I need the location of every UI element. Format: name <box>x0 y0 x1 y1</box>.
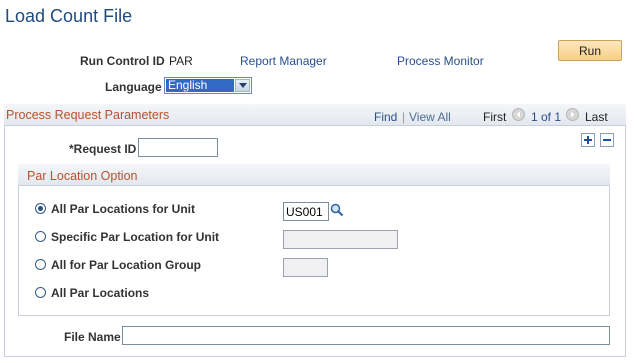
option-label-all-for-unit: All Par Locations for Unit <box>51 202 196 216</box>
last-label: Last <box>585 110 608 124</box>
option-label-specific: Specific Par Location for Unit <box>51 230 220 244</box>
unit-input[interactable] <box>283 202 329 221</box>
request-id-input[interactable] <box>138 138 218 157</box>
next-arrow-icon[interactable] <box>566 108 579 121</box>
view-all-link[interactable]: View All <box>409 110 451 124</box>
first-label: First <box>483 110 507 124</box>
radio-all-par-locations[interactable] <box>35 287 46 298</box>
language-label: Language <box>105 80 162 94</box>
report-manager-link[interactable]: Report Manager <box>240 54 327 68</box>
language-selected-value: English <box>166 79 234 92</box>
par-location-input <box>283 230 398 249</box>
run-control-label: Run Control ID <box>80 54 165 68</box>
file-name-input[interactable] <box>122 326 610 345</box>
run-control-value: PAR <box>169 54 193 68</box>
option-label-group: All for Par Location Group <box>51 258 202 272</box>
par-group-input <box>283 258 328 277</box>
dropdown-arrow-icon[interactable] <box>235 79 250 92</box>
run-button[interactable]: Run <box>558 40 622 61</box>
radio-all-par-locations-for-unit[interactable] <box>35 203 46 214</box>
minus-icon[interactable] <box>600 133 614 147</box>
radio-all-for-par-location-group[interactable] <box>35 259 46 270</box>
plus-icon[interactable] <box>581 133 595 147</box>
prev-arrow-icon[interactable] <box>512 108 525 121</box>
process-monitor-link[interactable]: Process Monitor <box>397 54 484 68</box>
find-link[interactable]: Find <box>374 110 397 124</box>
par-location-panel-title: Par Location Option <box>27 169 138 183</box>
radio-specific-par-location[interactable] <box>35 231 46 242</box>
process-request-panel-title: Process Request Parameters <box>6 108 170 122</box>
language-select[interactable]: English <box>164 77 252 94</box>
request-id-label: *Request ID <box>69 142 137 156</box>
magnifier-icon[interactable] <box>330 203 344 217</box>
row-count: 1 of 1 <box>531 110 562 124</box>
nav-separator: | <box>402 110 406 124</box>
page-title: Load Count File <box>5 6 133 26</box>
file-name-label: File Name <box>64 330 121 344</box>
option-label-all: All Par Locations <box>51 286 150 300</box>
